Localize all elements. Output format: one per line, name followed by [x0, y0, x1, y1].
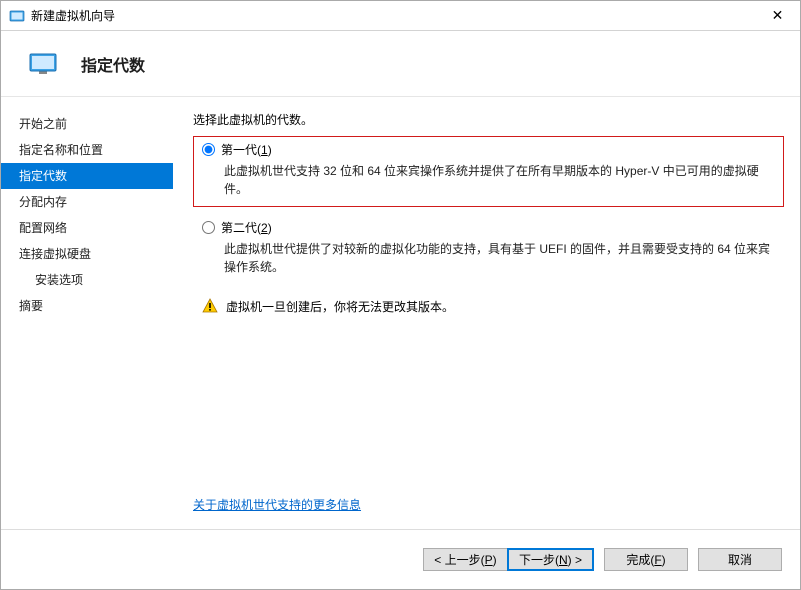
sidebar-step-summary[interactable]: 摘要	[1, 293, 173, 319]
finish-button[interactable]: 完成(F)	[604, 548, 688, 571]
sidebar-step-memory[interactable]: 分配内存	[1, 189, 173, 215]
window-title: 新建虚拟机向导	[31, 7, 755, 24]
option-gen2-description: 此虚拟机世代提供了对较新的虚拟化功能的支持，具有基于 UEFI 的固件，并且需要…	[224, 240, 775, 276]
next-button[interactable]: 下一步(N) >	[507, 548, 594, 571]
sidebar-step-name-location[interactable]: 指定名称和位置	[1, 137, 173, 163]
option-gen1-row[interactable]: 第一代(1)	[202, 141, 775, 158]
warning-row: 虚拟机一旦创建后，你将无法更改其版本。	[193, 298, 784, 316]
sidebar-step-network[interactable]: 配置网络	[1, 215, 173, 241]
learn-more-link[interactable]: 关于虚拟机世代支持的更多信息	[193, 496, 361, 513]
option-gen1-label[interactable]: 第一代(1)	[221, 141, 272, 158]
page-title: 指定代数	[81, 52, 145, 76]
option-gen1-description: 此虚拟机世代支持 32 位和 64 位来宾操作系统并提供了在所有早期版本的 Hy…	[224, 162, 775, 198]
close-button[interactable]: ✕	[755, 1, 800, 30]
cancel-button[interactable]: 取消	[698, 548, 782, 571]
wizard-sidebar: 开始之前 指定名称和位置 指定代数 分配内存 配置网络 连接虚拟硬盘 安装选项 …	[1, 97, 173, 529]
warning-text: 虚拟机一旦创建后，你将无法更改其版本。	[226, 298, 454, 316]
sidebar-step-generation[interactable]: 指定代数	[1, 163, 173, 189]
option-gen1-block: 第一代(1) 此虚拟机世代支持 32 位和 64 位来宾操作系统并提供了在所有早…	[193, 136, 784, 207]
prev-next-group: < 上一步(P) 下一步(N) >	[423, 548, 594, 571]
app-icon	[9, 8, 25, 24]
wizard-window: 新建虚拟机向导 ✕ 指定代数 开始之前 指定名称和位置 指定代数 分配内存 配置…	[0, 0, 801, 590]
option-gen2-label[interactable]: 第二代(2)	[221, 219, 272, 236]
wizard-footer: < 上一步(P) 下一步(N) > 完成(F) 取消	[1, 529, 800, 589]
prev-button[interactable]: < 上一步(P)	[423, 548, 507, 571]
wizard-body: 开始之前 指定名称和位置 指定代数 分配内存 配置网络 连接虚拟硬盘 安装选项 …	[1, 97, 800, 529]
sidebar-step-before-begin[interactable]: 开始之前	[1, 111, 173, 137]
option-gen2-row[interactable]: 第二代(2)	[202, 219, 775, 236]
sidebar-step-install-options[interactable]: 安装选项	[1, 267, 173, 293]
close-icon: ✕	[772, 7, 784, 24]
sidebar-step-vhd[interactable]: 连接虚拟硬盘	[1, 241, 173, 267]
monitor-icon	[29, 53, 57, 75]
option-gen2-radio[interactable]	[202, 221, 215, 234]
warning-icon	[202, 298, 218, 314]
instruction-text: 选择此虚拟机的代数。	[193, 111, 784, 128]
titlebar: 新建虚拟机向导 ✕	[1, 1, 800, 31]
header-band: 指定代数	[1, 31, 800, 97]
option-gen1-radio[interactable]	[202, 143, 215, 156]
wizard-content: 选择此虚拟机的代数。 第一代(1) 此虚拟机世代支持 32 位和 64 位来宾操…	[173, 97, 800, 529]
option-gen2-block: 第二代(2) 此虚拟机世代提供了对较新的虚拟化功能的支持，具有基于 UEFI 的…	[193, 215, 784, 284]
